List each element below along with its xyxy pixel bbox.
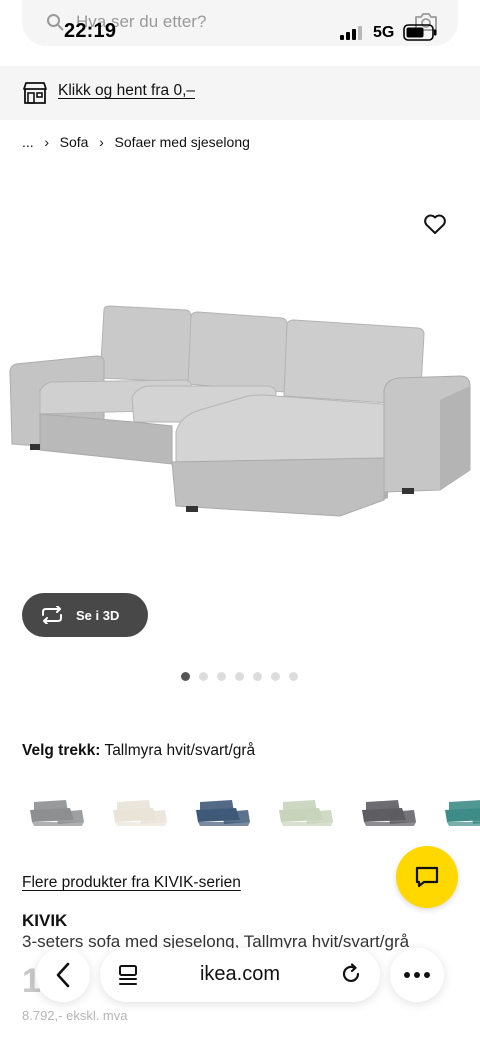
url-text[interactable]: ikea.com	[100, 963, 380, 986]
fabric-selector: Velg trekk: Tallmyra hvit/svart/grå	[22, 742, 255, 760]
view-3d-button[interactable]: Se i 3D	[22, 593, 148, 637]
chevron-left-icon	[56, 962, 70, 988]
search-icon	[47, 14, 64, 31]
pagination-dot[interactable]	[271, 672, 280, 681]
image-pagination-dots[interactable]	[181, 672, 298, 681]
chevron-right-icon: ›	[44, 134, 49, 150]
rotate-3d-icon	[42, 606, 62, 624]
pagination-dot[interactable]	[235, 672, 244, 681]
reload-icon[interactable]	[340, 963, 362, 985]
status-time: 22:19	[64, 20, 117, 42]
click-collect-link[interactable]: Klikk og hent fra 0,–	[58, 82, 195, 100]
breadcrumb-sofa[interactable]: Sofa	[60, 134, 89, 150]
ellipsis-icon	[404, 972, 430, 978]
view-3d-label: Se i 3D	[76, 607, 120, 623]
pagination-dot[interactable]	[199, 672, 208, 681]
product-name: KIVIK	[22, 911, 68, 930]
product-image[interactable]	[0, 200, 480, 600]
pagination-dot[interactable]	[289, 672, 298, 681]
browser-back-button[interactable]	[36, 948, 90, 1002]
address-bar[interactable]: ikea.com	[100, 948, 380, 1002]
fabric-swatch[interactable]	[271, 786, 343, 842]
heart-icon[interactable]	[423, 213, 447, 235]
series-link[interactable]: Flere produkter fra KIVIK-serien	[22, 874, 241, 892]
signal-icon	[340, 26, 362, 40]
breadcrumb: ... › Sofa › Sofaer med sjeselong	[22, 134, 250, 150]
fabric-label: Velg trekk:	[22, 742, 101, 759]
battery-icon	[403, 24, 437, 41]
chevron-right-icon: ›	[99, 134, 104, 150]
fabric-swatch[interactable]	[188, 786, 260, 842]
fabric-swatch[interactable]	[437, 786, 480, 842]
breadcrumb-current[interactable]: Sofaer med sjeselong	[114, 134, 249, 150]
pagination-dot[interactable]	[253, 672, 262, 681]
chat-button[interactable]	[396, 846, 458, 908]
chat-icon	[415, 866, 439, 888]
fabric-swatch-list[interactable]	[22, 786, 480, 842]
price-excl-vat: 8.792,- ekskl. mva	[22, 1008, 128, 1023]
fabric-swatch[interactable]	[105, 786, 177, 842]
pagination-dot[interactable]	[217, 672, 226, 681]
more-options-button[interactable]	[390, 948, 444, 1002]
fabric-swatch[interactable]	[22, 786, 94, 842]
store-icon	[23, 82, 47, 104]
fabric-swatch[interactable]	[354, 786, 426, 842]
fabric-value: Tallmyra hvit/svart/grå	[104, 742, 256, 759]
breadcrumb-ellipsis[interactable]: ...	[22, 134, 34, 150]
click-collect-banner: Klikk og hent fra 0,–	[0, 66, 480, 120]
pagination-dot[interactable]	[181, 672, 190, 681]
network-label: 5G	[373, 24, 395, 41]
